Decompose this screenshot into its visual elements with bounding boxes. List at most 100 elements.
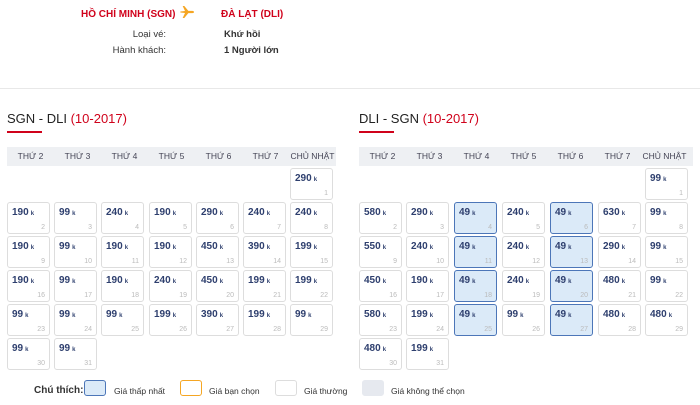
- price: 480 k: [603, 275, 626, 286]
- outbound-day-cell-6[interactable]: 290 k 6: [196, 202, 239, 234]
- return-day-cell-5[interactable]: 240 k 5: [502, 202, 545, 234]
- return-day-cell-14[interactable]: 290 k 14: [598, 236, 641, 268]
- outbound-day-cell-31[interactable]: 99 k 31: [54, 338, 97, 370]
- legend-unavailable-swatch: [362, 380, 384, 396]
- return-day-cell-1[interactable]: 99 k 1: [645, 168, 688, 200]
- price: 240 k: [248, 207, 271, 218]
- return-day-cell-12[interactable]: 240 k 12: [502, 236, 545, 268]
- outbound-calendar-title: SGN - DLI (10-2017): [7, 111, 127, 126]
- outbound-day-cell-26[interactable]: 199 k 26: [149, 304, 192, 336]
- outbound-day-cell-14[interactable]: 390 k 14: [243, 236, 286, 268]
- return-day-cell-6[interactable]: 49 k 6: [550, 202, 593, 234]
- return-day-cell-31[interactable]: 199 k 31: [406, 338, 449, 370]
- outbound-day-cell-30[interactable]: 99 k 30: [7, 338, 50, 370]
- price-unit: k: [72, 245, 76, 251]
- outbound-day-cell-17[interactable]: 99 k 17: [54, 270, 97, 302]
- outbound-day-cell-20[interactable]: 450 k 20: [196, 270, 239, 302]
- price: 99 k: [650, 275, 667, 286]
- outbound-day-cell-5[interactable]: 190 k 5: [149, 202, 192, 234]
- outbound-day-cell-22[interactable]: 199 k 22: [290, 270, 333, 302]
- return-day-cell-9[interactable]: 550 k 9: [359, 236, 402, 268]
- return-day-cell-7[interactable]: 630 k 7: [598, 202, 641, 234]
- return-day-cell-11[interactable]: 49 k 11: [454, 236, 497, 268]
- outbound-day-cell-7[interactable]: 240 k 7: [243, 202, 286, 234]
- return-day-cell-20[interactable]: 49 k 20: [550, 270, 593, 302]
- price-unit: k: [382, 279, 387, 285]
- outbound-day-cell-23[interactable]: 99 k 23: [7, 304, 50, 336]
- price: 630 k: [603, 207, 626, 218]
- price: 49 k: [555, 275, 572, 286]
- return-day-cell-3[interactable]: 290 k 3: [406, 202, 449, 234]
- return-day-cell-27[interactable]: 49 k 27: [550, 304, 593, 336]
- return-day-cell-21[interactable]: 480 k 21: [598, 270, 641, 302]
- day-number: 10: [84, 258, 92, 265]
- outbound-day-cell-2[interactable]: 190 k 2: [7, 202, 50, 234]
- outbound-day-cell-27[interactable]: 390 k 27: [196, 304, 239, 336]
- outbound-day-cell-8[interactable]: 240 k 8: [290, 202, 333, 234]
- price: 480 k: [364, 343, 387, 354]
- outbound-day-cell-1[interactable]: 290 k 1: [290, 168, 333, 200]
- legend-lowest-swatch: [84, 380, 106, 396]
- return-day-cell-23[interactable]: 580 k 23: [359, 304, 402, 336]
- legend-lowest-label: Giá thấp nhất: [114, 386, 166, 396]
- day-number: 9: [41, 258, 45, 265]
- return-day-cell-10[interactable]: 240 k 10: [406, 236, 449, 268]
- outbound-day-cell-13[interactable]: 450 k 13: [196, 236, 239, 268]
- day-number: 12: [532, 258, 540, 265]
- return-day-cell-16[interactable]: 450 k 16: [359, 270, 402, 302]
- outbound-day-cell-10[interactable]: 99 k 10: [54, 236, 97, 268]
- price: 99 k: [507, 309, 524, 320]
- return-day-cell-4[interactable]: 49 k 4: [454, 202, 497, 234]
- price: 240 k: [507, 207, 530, 218]
- return-day-cell-25[interactable]: 49 k 25: [454, 304, 497, 336]
- outbound-day-cell-16[interactable]: 190 k 16: [7, 270, 50, 302]
- outbound-day-cell-28[interactable]: 199 k 28: [243, 304, 286, 336]
- return-day-cell-2[interactable]: 580 k 2: [359, 202, 402, 234]
- day-number: 15: [675, 258, 683, 265]
- price-unit: k: [520, 313, 524, 319]
- price-unit: k: [382, 211, 387, 217]
- price: 49 k: [555, 309, 572, 320]
- return-day-cell-28[interactable]: 480 k 28: [598, 304, 641, 336]
- price-unit: k: [172, 313, 177, 319]
- outbound-day-cell-11[interactable]: 190 k 11: [101, 236, 144, 268]
- outbound-weekday-5: THỨ 6: [205, 151, 232, 161]
- return-day-cell-13[interactable]: 49 k 13: [550, 236, 593, 268]
- day-number: 21: [273, 292, 281, 299]
- price-unit: k: [429, 313, 434, 319]
- outbound-day-cell-25[interactable]: 99 k 25: [101, 304, 144, 336]
- return-day-cell-18[interactable]: 49 k 18: [454, 270, 497, 302]
- price: 240 k: [106, 207, 129, 218]
- price: 190 k: [106, 275, 129, 286]
- airplane-icon: [180, 6, 194, 18]
- return-day-cell-19[interactable]: 240 k 19: [502, 270, 545, 302]
- outbound-day-cell-18[interactable]: 190 k 18: [101, 270, 144, 302]
- outbound-day-cell-4[interactable]: 240 k 4: [101, 202, 144, 234]
- return-day-cell-15[interactable]: 99 k 15: [645, 236, 688, 268]
- return-day-cell-26[interactable]: 99 k 26: [502, 304, 545, 336]
- outbound-day-cell-29[interactable]: 99 k 29: [290, 304, 333, 336]
- outbound-day-cell-24[interactable]: 99 k 24: [54, 304, 97, 336]
- outbound-day-cell-19[interactable]: 240 k 19: [149, 270, 192, 302]
- price-unit: k: [172, 279, 177, 285]
- return-day-cell-30[interactable]: 480 k 30: [359, 338, 402, 370]
- return-day-cell-8[interactable]: 99 k 8: [645, 202, 688, 234]
- day-number: 19: [179, 292, 187, 299]
- price-unit: k: [472, 313, 476, 319]
- outbound-day-cell-21[interactable]: 199 k 21: [243, 270, 286, 302]
- outbound-day-cell-15[interactable]: 199 k 15: [290, 236, 333, 268]
- outbound-day-cell-3[interactable]: 99 k 3: [54, 202, 97, 234]
- day-number: 21: [628, 292, 636, 299]
- return-day-cell-22[interactable]: 99 k 22: [645, 270, 688, 302]
- legend-title: Chú thích:: [34, 385, 84, 396]
- day-number: 12: [179, 258, 187, 265]
- return-day-cell-17[interactable]: 190 k 17: [406, 270, 449, 302]
- return-day-cell-29[interactable]: 480 k 29: [645, 304, 688, 336]
- day-number: 4: [488, 224, 492, 231]
- return-day-cell-24[interactable]: 199 k 24: [406, 304, 449, 336]
- outbound-day-cell-9[interactable]: 190 k 9: [7, 236, 50, 268]
- price: 290 k: [201, 207, 224, 218]
- price: 190 k: [154, 207, 177, 218]
- outbound-day-cell-12[interactable]: 190 k 12: [149, 236, 192, 268]
- price-unit: k: [472, 245, 476, 251]
